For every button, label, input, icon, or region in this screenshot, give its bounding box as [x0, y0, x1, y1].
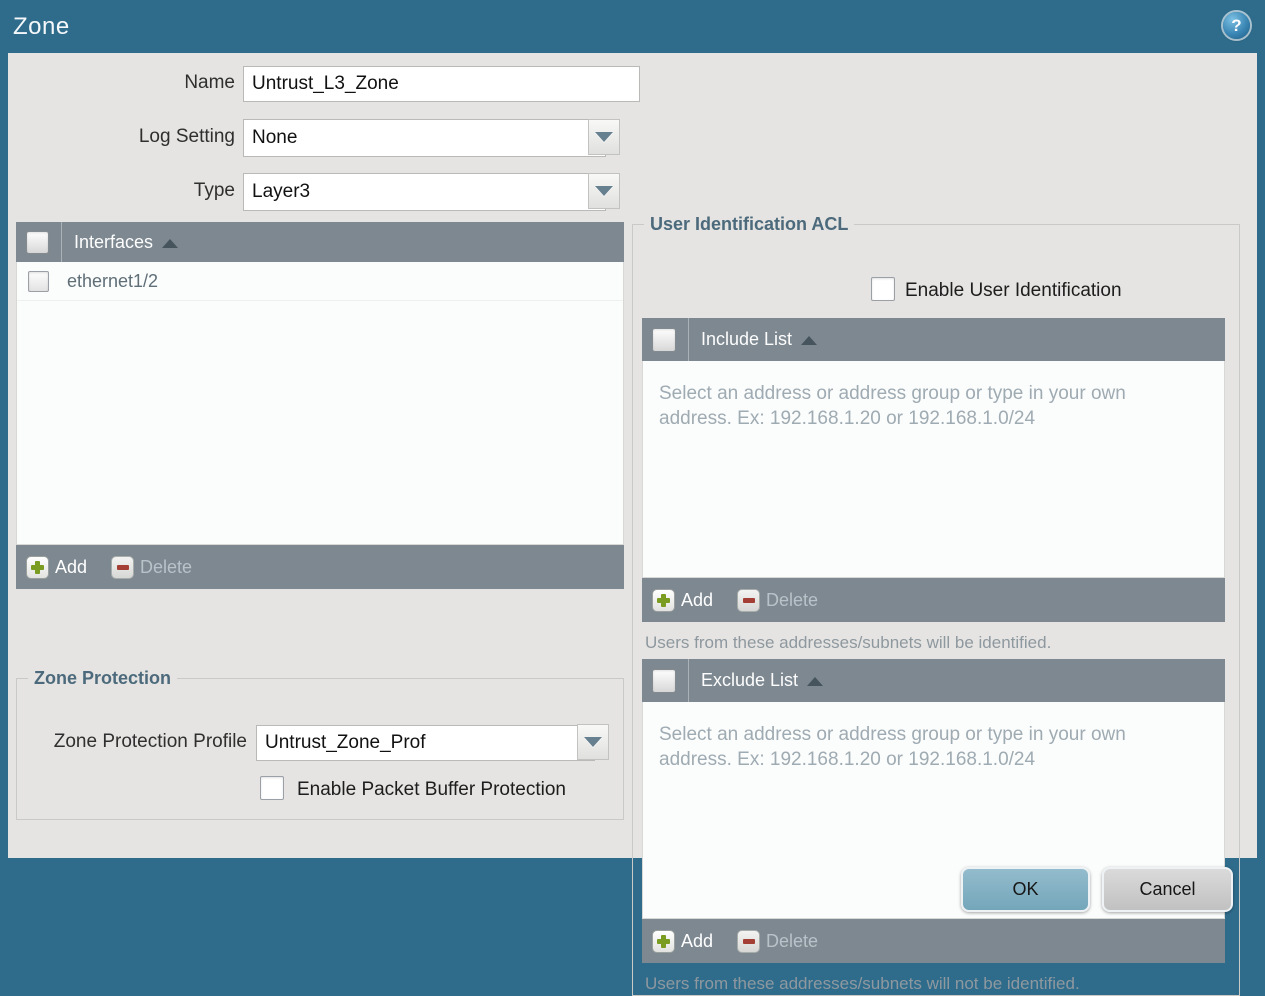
add-icon — [652, 588, 675, 612]
column-divider — [688, 318, 689, 361]
dialog-body: Name Log Setting Type Interfaces etherne… — [8, 53, 1257, 996]
column-divider — [688, 659, 689, 702]
add-label: Add — [681, 589, 714, 610]
zone-protection-profile-label: Zone Protection Profile — [53, 731, 247, 752]
exclude-list-column-header[interactable]: Exclude List — [642, 659, 1225, 702]
add-label: Add — [681, 930, 714, 951]
interfaces-select-all-checkbox[interactable] — [26, 230, 49, 254]
interfaces-toolbar: Add Delete — [16, 545, 624, 589]
interfaces-add-button[interactable]: Add — [26, 555, 88, 579]
interface-name: ethernet1/2 — [67, 270, 159, 291]
zone-protection-profile-input[interactable] — [256, 725, 595, 761]
chevron-down-icon — [595, 186, 613, 196]
delete-label: Delete — [140, 556, 193, 577]
ok-button[interactable]: OK — [961, 867, 1090, 912]
include-list-toolbar: Add Delete — [642, 578, 1225, 622]
delete-icon — [737, 929, 761, 953]
enable-packet-buffer-protection-label: Enable Packet Buffer Protection — [297, 779, 566, 800]
cancel-button[interactable]: Cancel — [1102, 867, 1233, 912]
sort-ascending-icon — [162, 238, 179, 248]
delete-icon — [111, 555, 135, 579]
log-setting-dropdown-button[interactable] — [588, 119, 620, 155]
exclude-list-header-label: Exclude List — [701, 670, 799, 690]
enable-packet-buffer-protection-checkbox[interactable] — [260, 776, 284, 800]
include-list-delete-button[interactable]: Delete — [737, 588, 819, 612]
interface-row[interactable]: ethernet1/2 — [17, 262, 623, 301]
include-list-select-all-checkbox[interactable] — [652, 327, 676, 352]
sort-ascending-icon — [807, 677, 824, 686]
chevron-down-icon — [584, 737, 602, 747]
exclude-list-add-button[interactable]: Add — [652, 929, 714, 953]
name-input[interactable] — [243, 66, 640, 102]
interfaces-list-body: ethernet1/2 — [16, 262, 624, 545]
exclude-list-delete-button[interactable]: Delete — [737, 929, 819, 953]
interfaces-delete-button[interactable]: Delete — [111, 555, 193, 579]
include-list-column-header[interactable]: Include List — [642, 318, 1225, 361]
enable-user-identification-label: Enable User Identification — [905, 280, 1122, 301]
zone-protection-profile-dropdown-button[interactable] — [577, 724, 609, 760]
dialog-titlebar: Zone ? — [0, 0, 1265, 53]
sort-ascending-icon — [801, 336, 818, 345]
help-icon[interactable]: ? — [1223, 12, 1250, 39]
dialog-title: Zone — [13, 13, 70, 40]
enable-user-identification-checkbox[interactable] — [871, 277, 895, 301]
column-divider — [61, 222, 62, 262]
add-icon — [652, 929, 675, 953]
zone-protection-legend: Zone Protection — [34, 668, 172, 688]
type-input[interactable] — [243, 173, 606, 211]
interface-row-checkbox[interactable] — [28, 270, 49, 292]
include-list-caption: Users from these addresses/subnets will … — [645, 633, 1052, 652]
delete-label: Delete — [766, 930, 819, 951]
log-setting-label: Log Setting — [138, 126, 235, 147]
include-list-header-label: Include List — [701, 329, 793, 349]
add-icon — [26, 555, 49, 579]
delete-icon — [737, 588, 761, 612]
interfaces-column-header[interactable]: Interfaces — [16, 222, 624, 262]
name-label: Name — [184, 72, 235, 93]
interfaces-header-label: Interfaces — [74, 231, 154, 252]
exclude-list-toolbar: Add Delete — [642, 919, 1225, 963]
exclude-list-caption: Users from these addresses/subnets will … — [645, 974, 1080, 993]
type-dropdown-button[interactable] — [588, 173, 620, 209]
add-label: Add — [55, 556, 88, 577]
include-list-add-button[interactable]: Add — [652, 588, 714, 612]
include-list-placeholder: Select an address or address group or ty… — [659, 383, 1126, 430]
type-label: Type — [193, 180, 235, 201]
zone-protection-section: Zone Protection Zone Protection Profile … — [16, 668, 624, 820]
exclude-list-placeholder: Select an address or address group or ty… — [659, 724, 1126, 771]
delete-label: Delete — [766, 589, 819, 610]
log-setting-input[interactable] — [243, 119, 606, 157]
user-identification-acl-legend: User Identification ACL — [650, 214, 849, 234]
chevron-down-icon — [595, 132, 613, 142]
include-list-body[interactable]: Select an address or address group or ty… — [642, 361, 1225, 578]
exclude-list-select-all-checkbox[interactable] — [652, 668, 676, 693]
